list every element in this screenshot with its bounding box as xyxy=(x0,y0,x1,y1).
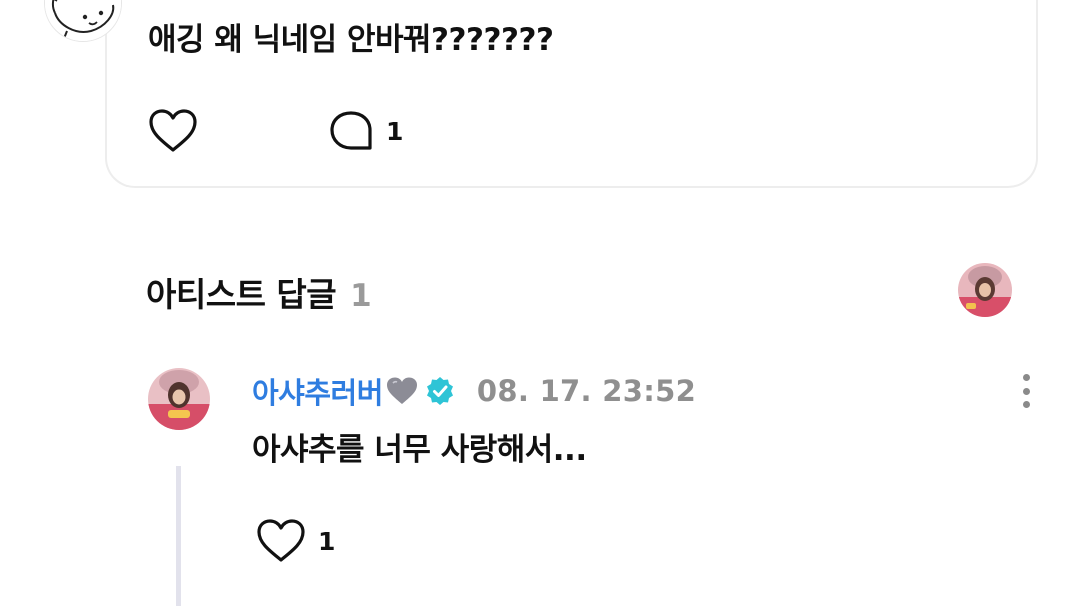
artist-photo-icon xyxy=(958,263,1012,317)
reply-author-name[interactable]: 아샤추러버 xyxy=(252,370,383,412)
reply-actions: 1 xyxy=(256,518,335,564)
reply-date: 08. 17. 23:52 xyxy=(476,374,697,408)
grey-heart-icon xyxy=(385,376,419,406)
post-comment-button[interactable]: 1 xyxy=(328,109,403,153)
speech-bubble-icon xyxy=(330,111,372,150)
reply-meta: 아샤추러버 08. 17. 23:52 xyxy=(252,370,696,412)
reply-text: 아샤추를 너무 사랑해서... xyxy=(252,432,587,468)
artist-photo-icon xyxy=(148,368,210,430)
post-comment-count: 1 xyxy=(386,116,404,146)
heart-outline-icon xyxy=(149,109,197,152)
more-options-button[interactable] xyxy=(1014,374,1038,408)
heart-outline-icon xyxy=(257,519,305,562)
reply-author-avatar[interactable] xyxy=(148,368,210,430)
reply-like-button[interactable]: 1 xyxy=(256,518,335,564)
post-like-button[interactable] xyxy=(148,108,198,154)
thread-line xyxy=(176,466,181,606)
section-title: 아티스트 답글 xyxy=(146,275,337,314)
section-count: 1 xyxy=(350,278,372,314)
more-vertical-icon xyxy=(1022,374,1030,381)
verified-badge-icon xyxy=(425,376,455,406)
comment-thread-page: 애깅 왜 닉네임 안바꿔??????? 1 아티스트 답글 1 아샤추러버 08… xyxy=(0,0,1080,606)
reply-like-count: 1 xyxy=(318,526,336,556)
artist-replies-header: 아티스트 답글 1 xyxy=(146,268,372,316)
post-text: 애깅 왜 닉네임 안바꿔??????? xyxy=(148,22,554,58)
post-actions: 1 xyxy=(148,108,403,154)
artist-avatar-small[interactable] xyxy=(958,263,1012,317)
